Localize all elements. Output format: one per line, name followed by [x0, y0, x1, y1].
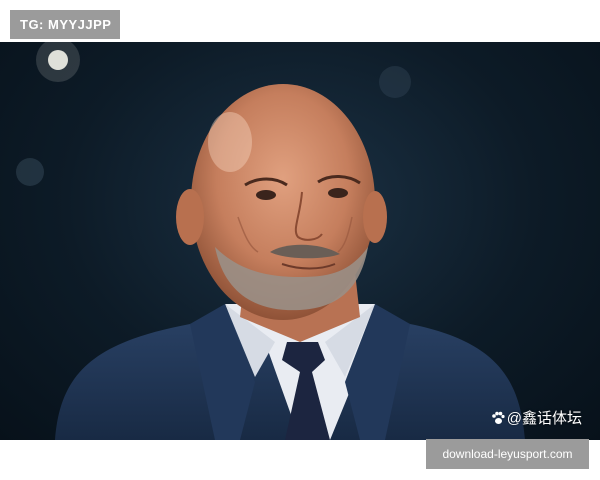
photo-illustration [16, 42, 525, 440]
watermark-text: @鑫话体坛 [506, 410, 582, 427]
news-photo: @鑫话体坛 [0, 42, 600, 440]
photo-watermark: @鑫话体坛 [491, 407, 582, 428]
top-tag-label: TG: MYYJJPP [10, 10, 120, 39]
paw-icon [491, 411, 505, 424]
download-tag-label: download-leyusport.com [426, 439, 589, 469]
